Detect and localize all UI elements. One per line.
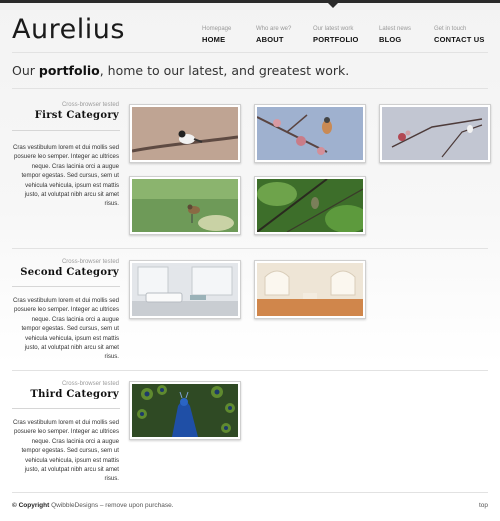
active-nav-indicator: [328, 3, 338, 8]
tagline-prefix: Our: [12, 63, 39, 78]
section-divider: [12, 248, 488, 249]
bright-empty-room-image: [257, 263, 363, 316]
category-divider: [12, 408, 120, 409]
nav-item-subtitle: Our latest work: [313, 26, 354, 32]
footer-copyright: © Copyright QwibbleDesigns – remove upon…: [12, 502, 174, 509]
category-title[interactable]: First Category: [35, 110, 119, 121]
nav-item-subtitle: Homepage: [202, 26, 232, 32]
nav-item-label[interactable]: ABOUT: [256, 35, 291, 44]
tagline-rest: , home to our latest, and greatest work.: [99, 63, 350, 78]
bird-green-foliage-image: [257, 179, 363, 232]
portfolio-thumbnail[interactable]: [129, 176, 241, 235]
portfolio-thumbnail[interactable]: [254, 260, 366, 319]
portfolio-thumbnail[interactable]: [254, 104, 366, 163]
peacock-image: [132, 384, 238, 437]
nav-item-blog[interactable]: Latest news BLOG: [379, 26, 411, 44]
main-nav: Homepage HOME Who are we? ABOUT Our late…: [0, 26, 500, 46]
nav-item-subtitle: Get in touch: [434, 26, 467, 32]
nav-item-label[interactable]: PORTFOLIO: [313, 35, 359, 44]
nav-item-contact[interactable]: Get in touch CONTACT US: [434, 26, 485, 44]
category-title[interactable]: Third Category: [30, 389, 119, 400]
section-divider: [12, 370, 488, 371]
birds-on-twigs-image: [382, 107, 488, 160]
tagline-divider: [12, 88, 488, 89]
nav-item-portfolio[interactable]: Our latest work PORTFOLIO: [313, 26, 359, 44]
top-bar: [0, 0, 500, 3]
nav-item-label[interactable]: BLOG: [379, 35, 411, 44]
portfolio-thumbnail[interactable]: [129, 381, 241, 440]
bird-green-field-image: [132, 179, 238, 232]
footer-divider: [12, 492, 488, 493]
portfolio-thumbnail[interactable]: [379, 104, 491, 163]
portfolio-thumbnail[interactable]: [129, 104, 241, 163]
category-subtitle: Cross-browser tested: [61, 259, 119, 265]
category-description: Cras vestibulum lorem et dui mollis sed …: [12, 144, 119, 208]
bird-blossom-branch-image: [257, 107, 363, 160]
header-divider: [12, 52, 488, 53]
nav-item-subtitle: Who are we?: [256, 26, 292, 32]
back-to-top-link[interactable]: top: [479, 502, 488, 509]
nav-item-label[interactable]: CONTACT US: [434, 35, 485, 44]
nav-item-home[interactable]: Homepage HOME: [202, 26, 231, 44]
nav-item-about[interactable]: Who are we? ABOUT: [256, 26, 291, 44]
category-divider: [12, 130, 120, 131]
copyright-text: QwibbleDesigns – remove upon purchase.: [49, 502, 174, 509]
white-living-room-image: [132, 263, 238, 316]
nav-item-label[interactable]: HOME: [202, 35, 231, 44]
bird-on-branch-image: [132, 107, 238, 160]
tagline-highlight: portfolio: [38, 63, 100, 78]
copyright-label: © Copyright: [12, 502, 50, 509]
portfolio-thumbnail[interactable]: [254, 176, 366, 235]
category-subtitle: Cross-browser tested: [61, 381, 119, 387]
nav-item-subtitle: Latest news: [379, 26, 412, 32]
category-title[interactable]: Second Category: [20, 267, 119, 278]
portfolio-thumbnail[interactable]: [129, 260, 241, 319]
page-tagline: Our portfolio, home to our latest, and g…: [12, 63, 349, 78]
category-subtitle: Cross-browser tested: [61, 102, 119, 108]
category-description: Cras vestibulum lorem et dui mollis sed …: [12, 419, 119, 483]
category-divider: [12, 286, 120, 287]
category-description: Cras vestibulum lorem et dui mollis sed …: [12, 297, 119, 361]
